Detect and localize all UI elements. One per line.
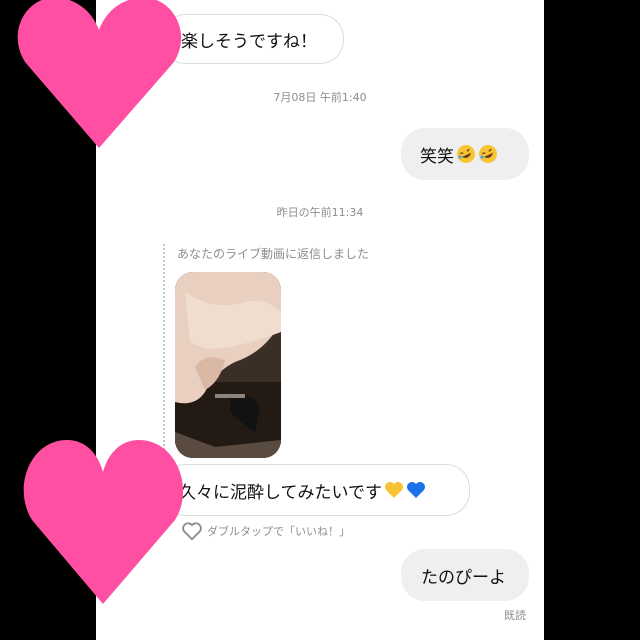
story-reply-label: あなたのライブ動画に返信しました	[177, 247, 370, 261]
yellow-heart-emoji	[384, 482, 403, 498]
live-video-thumbnail[interactable]	[175, 272, 281, 458]
rofl-emoji	[479, 145, 497, 163]
thumbnail-image	[175, 272, 281, 458]
message-bubble-outgoing[interactable]: たのぴーよ	[401, 549, 529, 601]
message-bubble-outgoing[interactable]: 笑笑	[401, 128, 529, 180]
read-receipt: 既読	[504, 609, 526, 622]
message-bubble-incoming[interactable]: 久々に泥酔してみたいです	[162, 464, 470, 516]
reply-indicator-line	[163, 244, 165, 466]
double-tap-like-hint[interactable]: ダブルタップで「いいね！」	[181, 521, 350, 541]
message-text: 楽しそうですね！	[181, 31, 317, 52]
message-bubble-incoming[interactable]: 楽しそうですね！	[162, 14, 344, 64]
timestamp: 昨日の午前11:34	[276, 206, 364, 219]
pink-heart-sticker-top	[17, 0, 182, 148]
like-hint-text: ダブルタップで「いいね！」	[207, 525, 350, 538]
pink-heart-sticker-bottom	[23, 440, 184, 604]
message-text: たのぴーよ	[421, 567, 506, 588]
message-text: 久々に泥酔してみたいです	[179, 482, 382, 503]
message-text: 笑笑	[420, 146, 454, 167]
rofl-emoji	[457, 145, 475, 163]
blue-heart-emoji	[406, 482, 425, 498]
